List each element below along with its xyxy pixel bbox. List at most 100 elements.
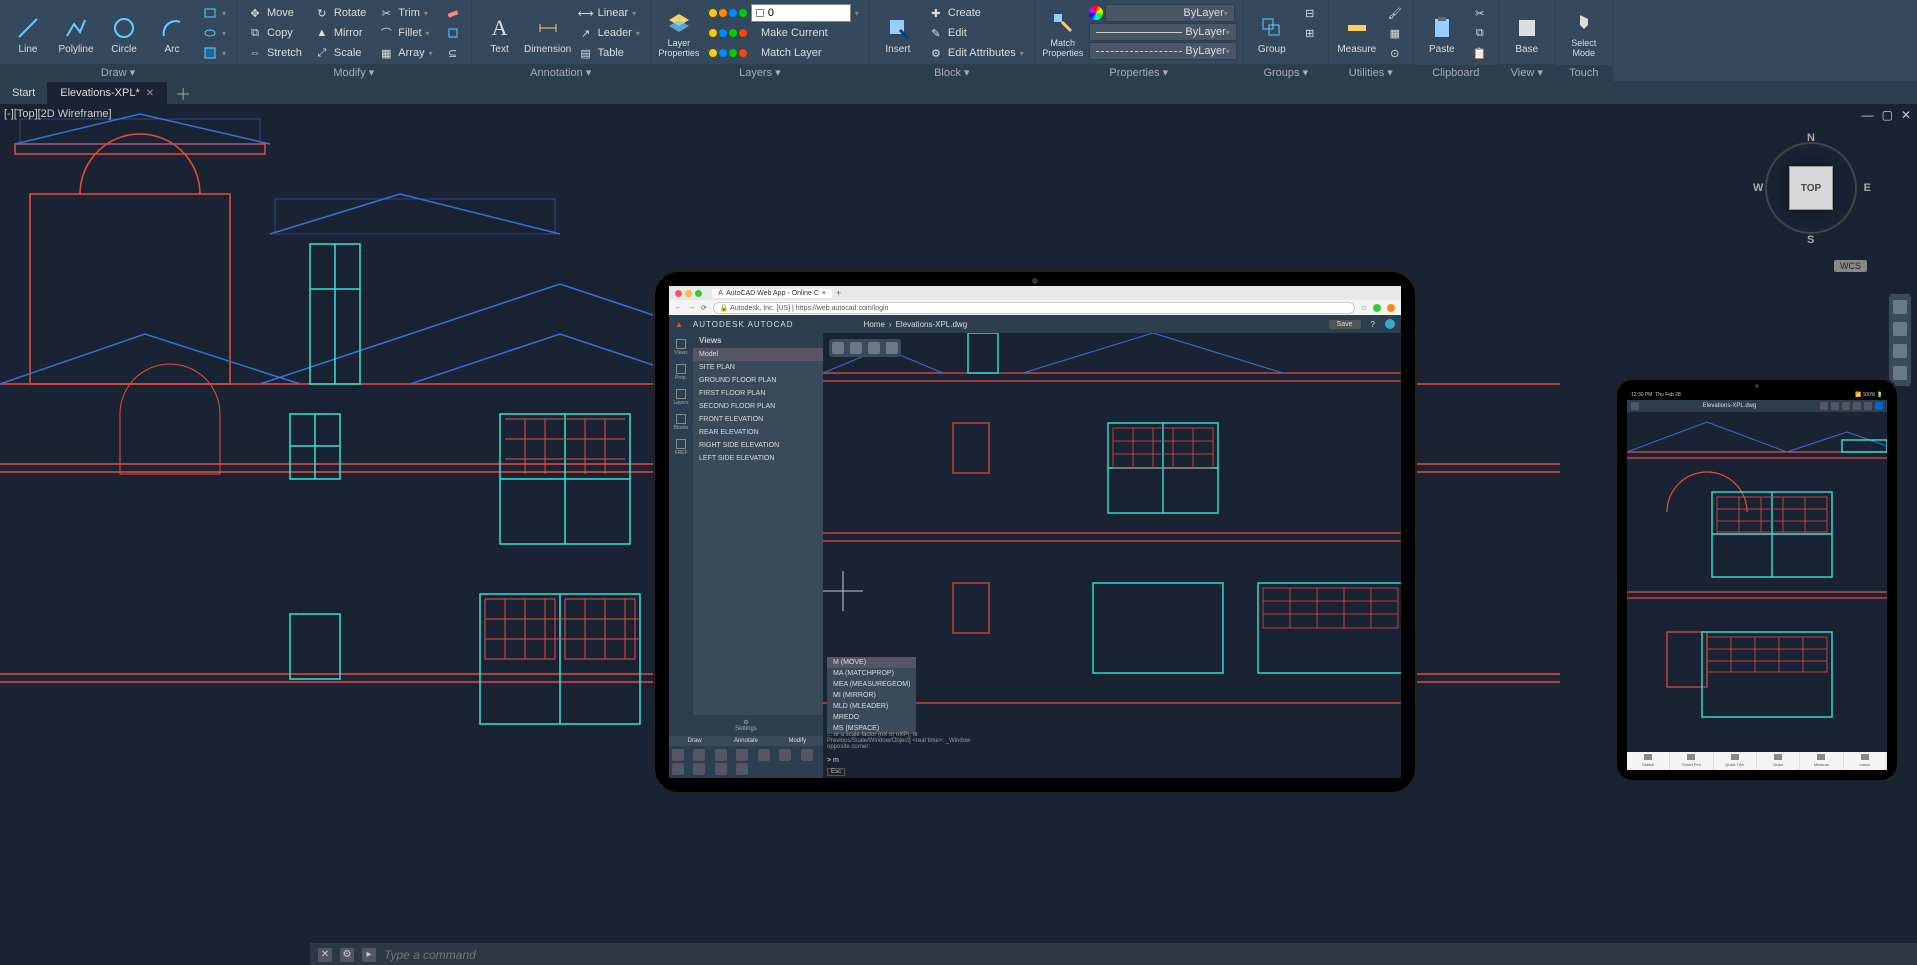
avatar[interactable] bbox=[1385, 319, 1395, 329]
copy-clip[interactable]: ⧉ bbox=[1468, 24, 1492, 42]
explode-tool[interactable] bbox=[441, 24, 465, 42]
tool-icon[interactable] bbox=[693, 763, 705, 775]
tablet-tool-lasso[interactable]: Lasso bbox=[1844, 752, 1887, 770]
cmd-close-icon[interactable]: ✕ bbox=[318, 948, 332, 962]
tool-icon[interactable] bbox=[672, 763, 684, 775]
help-icon[interactable]: ? bbox=[1371, 320, 1375, 329]
tablet-settings-icon[interactable] bbox=[1864, 402, 1872, 410]
array-tool[interactable]: ▦Array ▾ bbox=[374, 44, 436, 62]
suggest-item[interactable]: MLD (MLEADER) bbox=[827, 701, 916, 712]
layer-properties[interactable]: LayerProperties bbox=[657, 4, 701, 64]
line-tool[interactable]: Line bbox=[6, 4, 50, 64]
tablet-export-icon[interactable] bbox=[1853, 402, 1861, 410]
mirror-tool[interactable]: ▲Mirror bbox=[310, 24, 370, 42]
suggest-item[interactable]: MEA (MEASUREGEOM) bbox=[827, 679, 916, 690]
tablet-canvas[interactable] bbox=[1627, 412, 1887, 752]
web-canvas[interactable]: M (MOVE) MA (MATCHPROP) MEA (MEASUREGEOM… bbox=[823, 333, 1401, 778]
block-edit-attr[interactable]: ⚙Edit Attributes ▾ bbox=[924, 44, 1028, 62]
tool-icon[interactable] bbox=[715, 763, 727, 775]
panel-title-properties[interactable]: Properties ▾ bbox=[1035, 64, 1243, 81]
viewport-label[interactable]: [-][Top][2D Wireframe] bbox=[4, 108, 112, 120]
command-input[interactable] bbox=[384, 948, 1909, 962]
cmd-recent-icon[interactable]: ▸ bbox=[362, 948, 376, 962]
close-icon[interactable]: ✕ bbox=[146, 88, 154, 99]
nav-fwd-icon[interactable]: → bbox=[688, 304, 695, 311]
star-icon[interactable]: ☆ bbox=[1361, 304, 1367, 312]
tool-icon[interactable] bbox=[736, 763, 748, 775]
tablet-tool-measure[interactable]: Measure bbox=[1800, 752, 1843, 770]
tool-icon[interactable] bbox=[693, 749, 705, 761]
suggest-item[interactable]: MA (MATCHPROP) bbox=[827, 668, 916, 679]
measure-tool[interactable]: Measure bbox=[1335, 4, 1379, 64]
tab-modify[interactable]: Modify bbox=[772, 736, 823, 746]
tool-icon[interactable] bbox=[715, 749, 727, 761]
tab-start[interactable]: Start bbox=[0, 82, 48, 104]
copy-tool[interactable]: ⧉Copy bbox=[243, 24, 306, 42]
minimize-icon[interactable]: — bbox=[1862, 108, 1874, 122]
suggest-item[interactable]: MI (MIRROR) bbox=[827, 690, 916, 701]
rect-tool[interactable]: ▾ bbox=[198, 4, 230, 22]
tablet-tool-trim[interactable]: Quick Trim bbox=[1714, 752, 1757, 770]
view-model[interactable]: Model bbox=[693, 348, 823, 361]
group-edit[interactable]: ⊞ bbox=[1298, 24, 1322, 42]
tablet-close-icon[interactable] bbox=[1631, 402, 1639, 410]
fillet-tool[interactable]: ⌒Fillet ▾ bbox=[374, 24, 436, 42]
nav-reload-icon[interactable]: ⟳ bbox=[701, 304, 707, 312]
url-input[interactable]: 🔒 Autodesk, Inc. [US] | https://web.auto… bbox=[713, 302, 1355, 314]
tool-icon[interactable] bbox=[672, 749, 684, 761]
view-left[interactable]: LEFT SIDE ELEVATION bbox=[693, 452, 823, 465]
redo-icon[interactable] bbox=[850, 342, 862, 354]
close-window-icon[interactable]: ✕ bbox=[1901, 108, 1911, 122]
rail-views[interactable]: Views bbox=[674, 339, 687, 356]
tablet-layers-icon[interactable] bbox=[1842, 402, 1850, 410]
tab-annotate[interactable]: Annotate bbox=[720, 736, 771, 746]
breadcrumb-file[interactable]: Elevations-XPL.dwg bbox=[896, 320, 968, 329]
tool-icon[interactable] bbox=[779, 749, 791, 761]
paste-tool[interactable]: Paste bbox=[1420, 4, 1464, 64]
cut-tool[interactable]: ✂ bbox=[1468, 4, 1492, 22]
rail-layers[interactable]: Layers bbox=[673, 389, 688, 406]
match-layer[interactable]: Match Layer bbox=[705, 44, 863, 62]
panel-title-modify[interactable]: Modify ▾ bbox=[237, 64, 471, 81]
tablet-tool-sketch[interactable]: Sketch bbox=[1627, 752, 1670, 770]
new-tab-icon[interactable]: + bbox=[836, 288, 841, 298]
panel-title-layers[interactable]: Layers ▾ bbox=[651, 64, 869, 81]
nav-back-icon[interactable]: ← bbox=[675, 304, 682, 311]
scale-tool[interactable]: ⤢Scale bbox=[310, 44, 370, 62]
erase-tool[interactable] bbox=[441, 4, 465, 22]
breadcrumb-home[interactable]: Home bbox=[864, 320, 885, 329]
tab-close-icon[interactable]: × bbox=[822, 290, 826, 297]
view-ground[interactable]: GROUND FLOOR PLAN bbox=[693, 374, 823, 387]
view-first[interactable]: FIRST FLOOR PLAN bbox=[693, 387, 823, 400]
rotate-tool[interactable]: ↻Rotate bbox=[310, 4, 370, 22]
panel-title-groups[interactable]: Groups ▾ bbox=[1244, 64, 1328, 81]
view-rear[interactable]: REAR ELEVATION bbox=[693, 426, 823, 439]
ext2-icon[interactable] bbox=[1387, 304, 1395, 312]
layer-states[interactable]: 0 ▾ bbox=[705, 4, 863, 22]
util-1[interactable]: 🖌 bbox=[1383, 4, 1407, 22]
tool-icon[interactable] bbox=[736, 749, 748, 761]
color-wheel-icon[interactable] bbox=[1089, 6, 1103, 20]
dimension-tool[interactable]: Dimension bbox=[526, 4, 570, 64]
polyline-tool[interactable]: Polyline bbox=[54, 4, 98, 64]
cmd-input[interactable]: > m bbox=[827, 757, 839, 764]
move-tool[interactable]: ✥Move bbox=[243, 4, 306, 22]
suggest-item[interactable]: MREDO bbox=[827, 712, 916, 723]
tablet-action-icon[interactable] bbox=[1875, 402, 1883, 410]
tab-elevations[interactable]: Elevations-XPL*✕ bbox=[48, 82, 167, 104]
rail-prop[interactable]: Prop. bbox=[675, 364, 687, 381]
panel-title-utilities[interactable]: Utilities ▾ bbox=[1329, 64, 1413, 81]
tablet-redo-icon[interactable] bbox=[1831, 402, 1839, 410]
base-view[interactable]: Base bbox=[1505, 4, 1549, 64]
autodesk-logo[interactable]: ▲ bbox=[675, 320, 683, 329]
maximize-icon[interactable]: ▢ bbox=[1882, 108, 1893, 122]
undo-icon[interactable] bbox=[832, 342, 844, 354]
rail-xref[interactable]: XREF bbox=[674, 439, 687, 456]
esc-key[interactable]: Esc bbox=[827, 768, 845, 776]
text-tool[interactable]: AText bbox=[478, 4, 522, 64]
color-combo[interactable]: ByLayer ▾ bbox=[1105, 4, 1235, 22]
offset-tool[interactable]: ⊆ bbox=[441, 44, 465, 62]
make-current[interactable]: Make Current bbox=[705, 24, 863, 42]
view-right[interactable]: RIGHT SIDE ELEVATION bbox=[693, 439, 823, 452]
snap-icon[interactable] bbox=[868, 342, 880, 354]
